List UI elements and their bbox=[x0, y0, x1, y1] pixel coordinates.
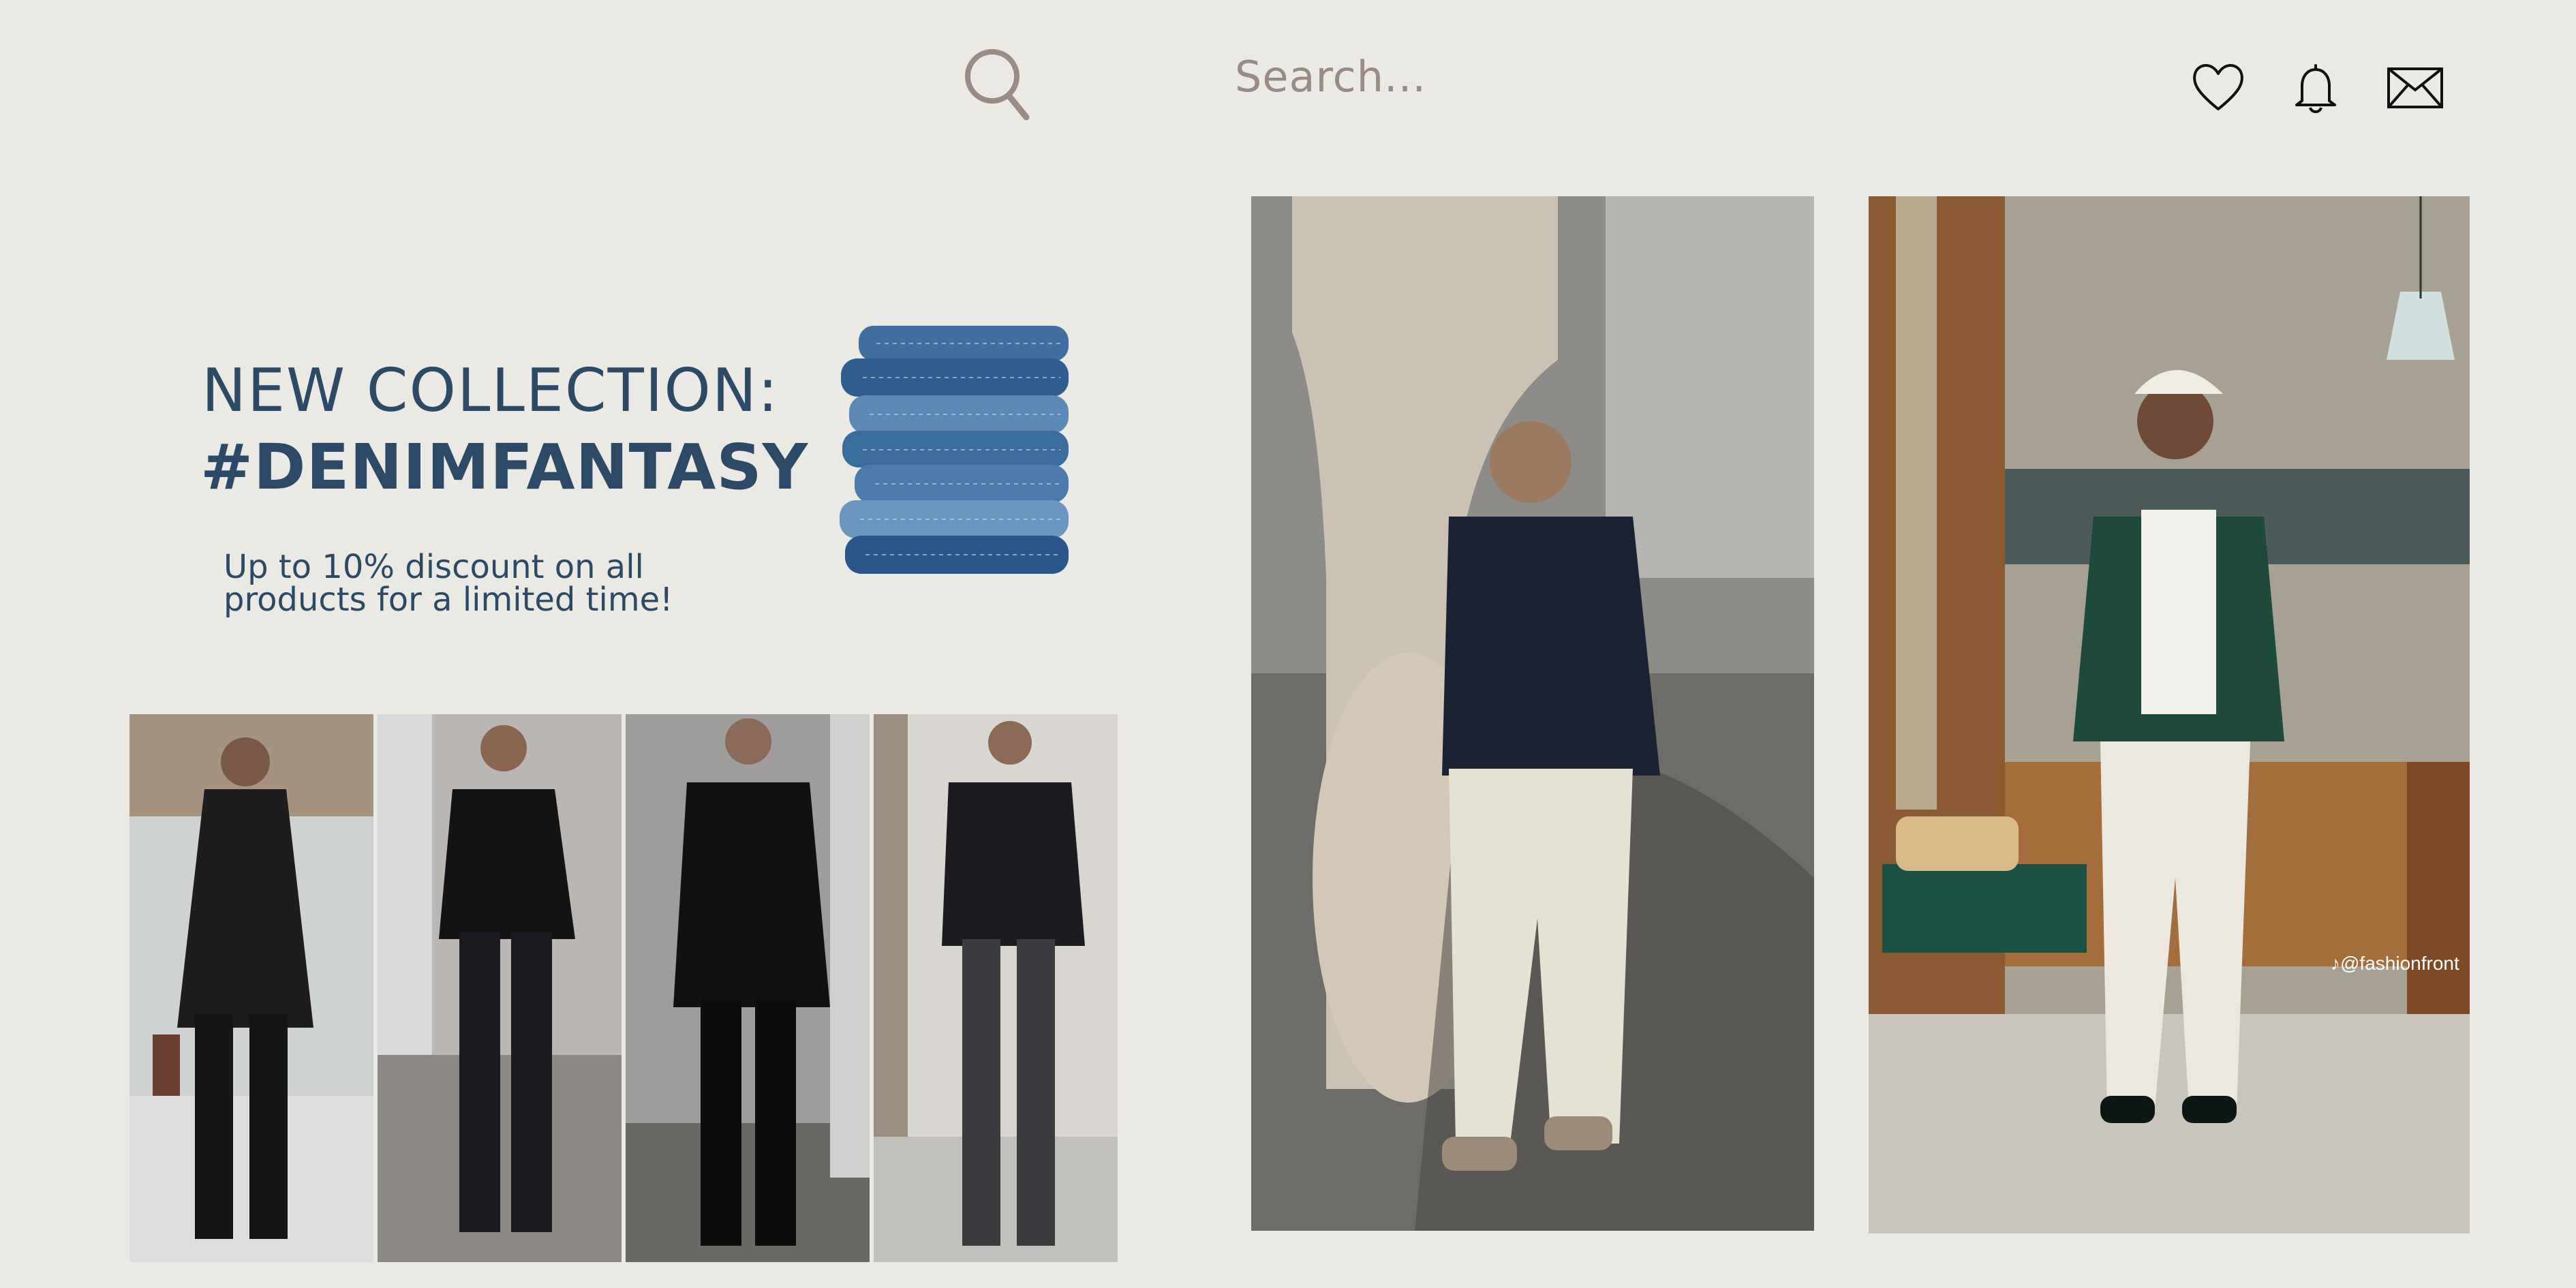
search-input[interactable]: Search... bbox=[1235, 56, 1426, 98]
outfit-photo-shirt bbox=[874, 714, 1118, 1262]
outfit-photo-polo bbox=[378, 714, 622, 1262]
heart-icon[interactable] bbox=[2191, 60, 2245, 114]
feature-photo-street bbox=[1251, 196, 1814, 1231]
creator-watermark: ♪@fashionfront bbox=[2331, 953, 2459, 974]
bell-icon[interactable] bbox=[2291, 61, 2340, 116]
promo-heading: NEW COLLECTION: bbox=[202, 356, 780, 425]
denim-stack-image bbox=[835, 320, 1069, 615]
promo-hashtag: #DENIMFANTASY bbox=[200, 431, 809, 504]
search-icon[interactable] bbox=[960, 46, 1034, 121]
outfit-photo-overcoat bbox=[129, 714, 373, 1262]
feature-photo-interior bbox=[1869, 196, 2470, 1233]
outfit-photo-blazer bbox=[626, 714, 870, 1262]
mail-icon[interactable] bbox=[2387, 67, 2444, 109]
promo-discount-text: Up to 10% discount on all products for a… bbox=[224, 548, 673, 619]
